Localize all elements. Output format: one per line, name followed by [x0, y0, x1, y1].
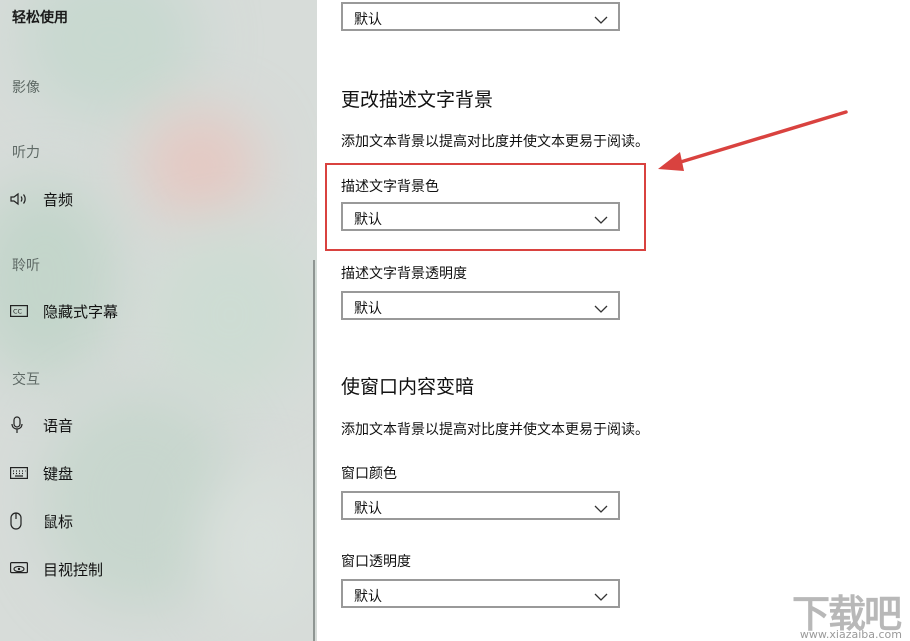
select-value: 默认 [354, 501, 382, 517]
mouse-icon [10, 512, 32, 530]
chevron-down-icon [594, 10, 608, 29]
svg-text:CC: CC [13, 308, 23, 316]
window-color-label: 窗口颜色 [341, 466, 397, 482]
sidebar-item-eye-control[interactable]: 目视控制 [0, 554, 310, 584]
group-heading-hearing: 听力 [12, 145, 40, 161]
settings-panel: 默认 更改描述文字背景 添加文本背景以提高对比度并使文本更易于阅读。 描述文字背… [317, 0, 910, 641]
watermark-url: www.xiazaiba.com [799, 628, 902, 641]
sidebar-item-audio[interactable]: 音频 [0, 184, 310, 214]
select-value: 默认 [354, 301, 382, 317]
sidebar-item-captions[interactable]: CC 隐藏式字幕 [0, 296, 310, 326]
window-opacity-dropdown[interactable]: 默认 [341, 579, 620, 608]
top-select-dropdown[interactable]: 默认 [341, 2, 620, 31]
speaker-icon [10, 192, 32, 206]
eye-control-icon [10, 562, 32, 576]
closed-caption-icon: CC [10, 305, 32, 317]
sidebar: 轻松使用 影像 听力 音频 聆听 CC 隐藏式字幕 交互 语音 键盘 鼠标 目视… [0, 0, 317, 641]
sidebar-item-label: 目视控制 [43, 560, 104, 579]
window-opacity-label: 窗口透明度 [341, 554, 411, 570]
arrow-annotation-icon [658, 110, 848, 171]
window-color-dropdown[interactable]: 默认 [341, 491, 620, 520]
microphone-icon [10, 416, 32, 434]
chevron-down-icon [594, 587, 608, 606]
sidebar-item-label: 键盘 [43, 464, 74, 483]
sidebar-item-label: 语音 [43, 416, 74, 435]
sidebar-item-label: 隐藏式字幕 [43, 302, 119, 321]
sidebar-item-speech[interactable]: 语音 [0, 410, 310, 440]
group-heading-image: 影像 [12, 80, 40, 96]
keyboard-icon [10, 467, 32, 479]
caption-bg-opacity-dropdown[interactable]: 默认 [341, 291, 620, 320]
chevron-down-icon [594, 499, 608, 518]
sidebar-item-label: 鼠标 [43, 512, 74, 531]
app-title: 轻松使用 [12, 10, 68, 26]
sidebar-item-mouse[interactable]: 鼠标 [0, 506, 310, 536]
caption-bg-opacity-label: 描述文字背景透明度 [341, 266, 467, 282]
watermark-logo: 下载吧 www.xiazaiba.com [778, 583, 908, 641]
sidebar-item-label: 音频 [43, 190, 74, 209]
select-value: 默认 [354, 12, 382, 28]
chevron-down-icon [594, 299, 608, 318]
highlight-box [325, 163, 646, 251]
group-heading-listen: 聆听 [12, 258, 40, 274]
sidebar-scrollbar[interactable] [313, 260, 315, 641]
section-heading-caption-background: 更改描述文字背景 [341, 89, 494, 111]
section-description: 添加文本背景以提高对比度并使文本更易于阅读。 [341, 422, 649, 438]
select-value: 默认 [354, 589, 382, 605]
section-heading-dim-window: 使窗口内容变暗 [341, 376, 475, 398]
sidebar-item-keyboard[interactable]: 键盘 [0, 458, 310, 488]
group-heading-interaction: 交互 [12, 372, 40, 388]
section-description: 添加文本背景以提高对比度并使文本更易于阅读。 [341, 134, 649, 150]
